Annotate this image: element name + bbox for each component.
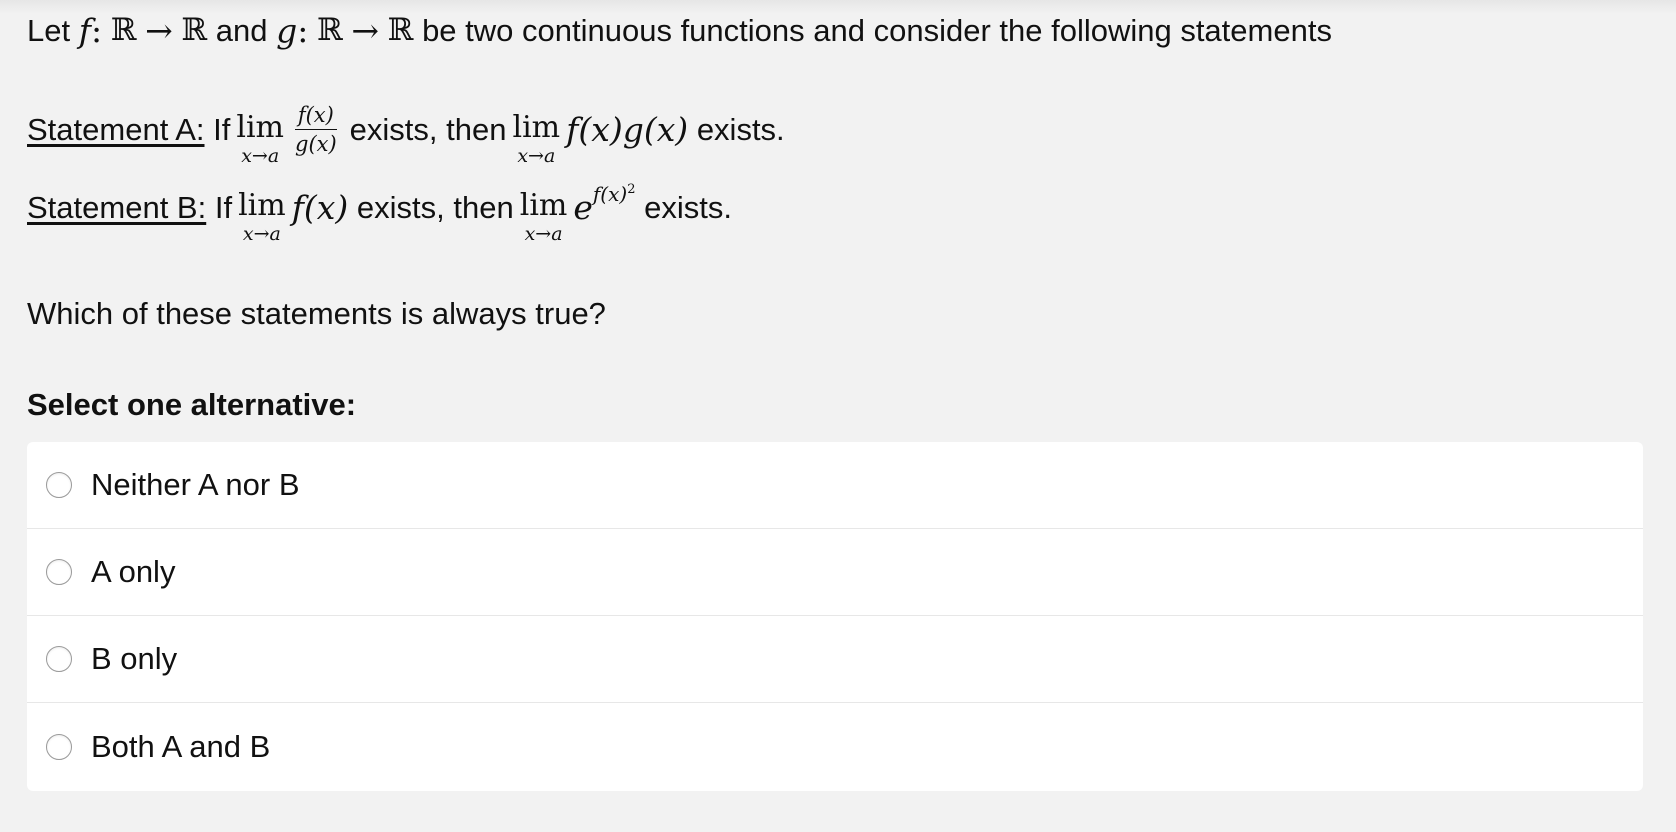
statement-b-label: Statement B:	[27, 190, 207, 225]
statement-b-if: If	[214, 190, 233, 225]
statement-b-exists: exists.	[644, 190, 732, 225]
limit-operator: lim x→a	[236, 113, 284, 166]
statement-b-exists-then: exists, then	[356, 190, 514, 225]
math-arrow: →	[351, 11, 380, 50]
math-g: g	[276, 11, 298, 50]
limit-operator: lim x→a	[512, 113, 560, 166]
option-both[interactable]: Both A and B	[27, 703, 1643, 790]
math-colon: :	[297, 11, 309, 50]
math-colon: :	[90, 11, 103, 50]
question-text: Which of these statements is always true…	[27, 296, 606, 331]
math-reals: ℝ	[387, 12, 414, 48]
limit-text: lim	[512, 110, 561, 145]
option-a-only[interactable]: A only	[27, 529, 1643, 616]
select-heading: Select one alternative:	[27, 387, 357, 422]
option-b-only[interactable]: B only	[27, 616, 1643, 703]
statement-a-if: If	[213, 112, 231, 147]
limit-operator: lim x→a	[238, 191, 286, 244]
limit-operator: lim x→a	[520, 191, 568, 244]
limit-subscript: x→a	[517, 145, 556, 167]
radio-button[interactable]	[46, 646, 72, 672]
limit-text: lim	[238, 188, 286, 223]
math-reals: ℝ	[181, 12, 208, 48]
math-base-e: e	[573, 188, 593, 227]
fraction-numerator: f(x)	[294, 104, 337, 130]
exponent-text: f(x)	[592, 181, 628, 206]
math-expression: f(x)	[291, 188, 349, 227]
limit-subscript: x→a	[241, 145, 280, 167]
radio-button[interactable]	[46, 559, 72, 585]
option-neither[interactable]: Neither A nor B	[27, 442, 1643, 529]
limit-text: lim	[519, 188, 568, 223]
radio-button[interactable]	[46, 472, 72, 498]
statement-b: Statement B: If lim x→a f(x) exists, the…	[27, 181, 732, 244]
exponent-power: 2	[627, 181, 636, 197]
option-label: Neither A nor B	[91, 467, 300, 502]
limit-subscript: x→a	[524, 223, 563, 245]
intro-line: Let f : ℝ → ℝ and g : ℝ → ℝ be two conti…	[27, 14, 1332, 47]
option-label: A only	[91, 554, 176, 589]
top-shadow	[0, 0, 1676, 14]
statement-a-exists-then: exists, then	[349, 112, 507, 147]
fraction: f(x) g(x)	[292, 104, 340, 155]
math-reals: ℝ	[317, 12, 343, 48]
math-f: f	[78, 11, 91, 50]
options-list: Neither A nor B A only B only Both A and…	[27, 442, 1643, 791]
math-exponent: f(x)2	[592, 181, 636, 206]
math-arrow: →	[145, 11, 173, 50]
math-reals: ℝ	[110, 12, 137, 48]
statement-a: Statement A: If lim x→a f(x) g(x) exists…	[27, 103, 785, 166]
statement-a-label: Statement A:	[27, 112, 205, 147]
option-label: B only	[91, 641, 178, 676]
math-expression: f(x)g(x)	[566, 110, 689, 149]
radio-button[interactable]	[46, 733, 72, 760]
intro-let: Let	[27, 13, 71, 48]
limit-subscript: x→a	[242, 223, 281, 245]
limit-text: lim	[236, 110, 284, 145]
statement-a-exists: exists.	[696, 112, 785, 147]
option-label: Both A and B	[91, 728, 271, 764]
intro-and: and	[215, 13, 268, 48]
intro-text: be two continuous functions and consider…	[422, 13, 1332, 48]
fraction-denominator: g(x)	[295, 132, 337, 156]
